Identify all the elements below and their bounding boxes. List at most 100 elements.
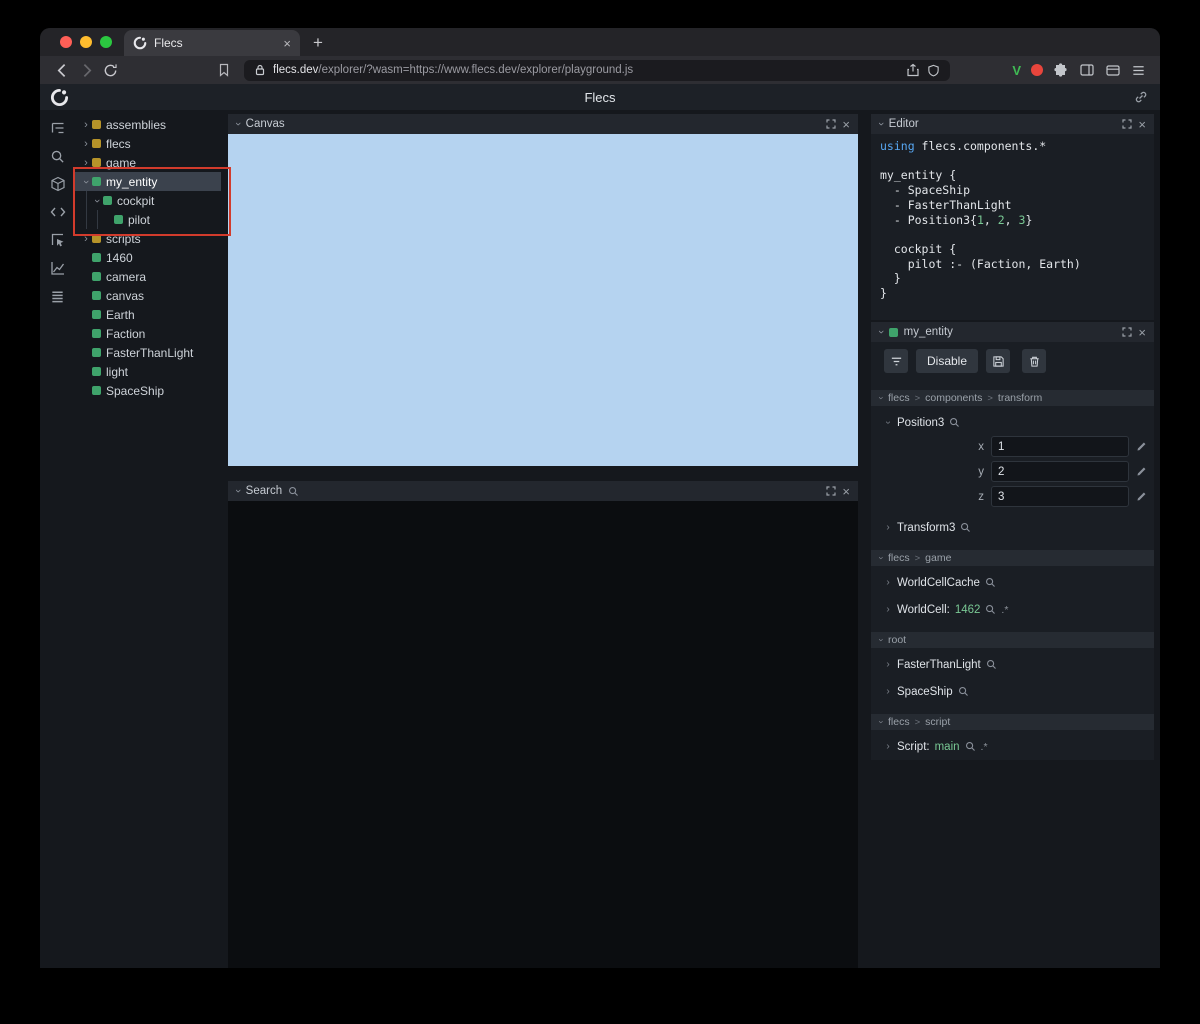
close-window-button[interactable]: [60, 36, 72, 48]
back-button[interactable]: [50, 58, 74, 82]
disable-button[interactable]: Disable: [916, 349, 979, 373]
red-extension-icon[interactable]: [1031, 64, 1043, 76]
close-panel-icon[interactable]: ×: [1138, 326, 1146, 339]
expand-panel-icon[interactable]: [826, 486, 837, 496]
share-icon[interactable]: [906, 63, 920, 77]
magnifier-icon[interactable]: [960, 522, 971, 533]
component-row[interactable]: › Transform3: [871, 520, 1154, 535]
canvas-panel-header[interactable]: › Canvas ×: [228, 114, 858, 134]
editor-code[interactable]: using flecs.components.* my_entity { - S…: [871, 134, 1154, 320]
filter-list-button[interactable]: [884, 349, 908, 373]
section-header[interactable]: › flecs > components > transform: [871, 390, 1154, 406]
chevron-down-icon[interactable]: ›: [877, 397, 887, 400]
magnifier-icon[interactable]: [958, 686, 969, 697]
vimium-extension-icon[interactable]: V: [1012, 63, 1021, 78]
address-bar[interactable]: flecs.dev/explorer/?wasm=https://www.fle…: [244, 59, 951, 81]
stats-rows-icon[interactable]: [49, 287, 67, 305]
tree-item-scripts[interactable]: › scripts: [75, 229, 221, 248]
chevron-down-icon[interactable]: ›: [875, 122, 887, 126]
component-row[interactable]: › FasterThanLight: [871, 657, 1154, 672]
close-panel-icon[interactable]: ×: [1138, 118, 1146, 131]
component-row[interactable]: › Script: main .*: [871, 739, 1154, 754]
section-header[interactable]: › flecs > script: [871, 714, 1154, 730]
tree-item-Faction[interactable]: Faction: [75, 324, 221, 343]
component-row[interactable]: › WorldCellCache: [871, 575, 1154, 590]
chevron-down-icon[interactable]: ›: [883, 419, 894, 427]
magnifier-icon[interactable]: [965, 741, 976, 752]
chevron-down-icon[interactable]: ›: [232, 489, 244, 493]
chevron-right-icon[interactable]: ›: [81, 233, 91, 245]
chevron-down-icon[interactable]: ›: [232, 122, 244, 126]
field-input-z[interactable]: [991, 486, 1129, 507]
field-input-x[interactable]: [991, 436, 1129, 457]
tree-item-FasterThanLight[interactable]: FasterThanLight: [75, 343, 221, 362]
zoom-window-button[interactable]: [100, 36, 112, 48]
magnifier-icon[interactable]: [986, 659, 997, 670]
cube-icon[interactable]: [49, 175, 67, 193]
tree-item-my_entity[interactable]: › my_entity: [75, 172, 221, 191]
close-tab-icon[interactable]: ×: [283, 37, 291, 50]
forward-button[interactable]: [74, 58, 98, 82]
component-row[interactable]: › Position3: [871, 415, 1154, 430]
field-input-y[interactable]: [991, 461, 1129, 482]
tree-item-flecs[interactable]: › flecs: [75, 134, 221, 153]
chevron-down-icon[interactable]: ›: [80, 177, 92, 187]
menu-icon[interactable]: [1131, 63, 1146, 78]
browser-tab[interactable]: Flecs ×: [124, 30, 300, 56]
minimize-window-button[interactable]: [80, 36, 92, 48]
tree-item-pilot[interactable]: pilot: [75, 210, 221, 229]
search-icon[interactable]: [49, 147, 67, 165]
wallet-icon[interactable]: [1105, 62, 1121, 78]
tree-item-1460[interactable]: 1460: [75, 248, 221, 267]
component-row[interactable]: › WorldCell: 1462 .*: [871, 602, 1154, 617]
edit-icon[interactable]: [1136, 491, 1147, 502]
tree-item-game[interactable]: › game: [75, 153, 221, 172]
section-header[interactable]: › flecs > game: [871, 550, 1154, 566]
close-panel-icon[interactable]: ×: [842, 118, 850, 131]
chevron-down-icon[interactable]: ›: [91, 196, 103, 206]
tree-item-cockpit[interactable]: › cockpit: [75, 191, 221, 210]
hierarchy-tree-icon[interactable]: [49, 119, 67, 137]
save-button[interactable]: [986, 349, 1011, 373]
magnifier-icon[interactable]: [985, 577, 996, 588]
inspector-panel-header[interactable]: › my_entity ×: [871, 322, 1154, 342]
inspect-cursor-icon[interactable]: [49, 231, 67, 249]
shield-icon[interactable]: [927, 64, 940, 77]
sidebar-toggle-icon[interactable]: [1079, 62, 1095, 78]
section-header[interactable]: › root: [871, 632, 1154, 648]
extensions-puzzle-icon[interactable]: [1053, 62, 1069, 78]
edit-icon[interactable]: [1136, 441, 1147, 452]
chart-icon[interactable]: [49, 259, 67, 277]
search-results-area[interactable]: [228, 501, 858, 968]
chevron-right-icon[interactable]: ›: [81, 157, 91, 169]
code-icon[interactable]: [49, 203, 67, 221]
bookmark-icon[interactable]: [212, 58, 236, 82]
render-canvas[interactable]: [228, 134, 858, 466]
tree-item-canvas[interactable]: canvas: [75, 286, 221, 305]
chevron-down-icon[interactable]: ›: [875, 330, 887, 334]
share-link-icon[interactable]: [1134, 90, 1148, 104]
chevron-down-icon[interactable]: ›: [877, 639, 887, 642]
component-row[interactable]: › SpaceShip: [871, 684, 1154, 699]
chevron-right-icon[interactable]: ›: [81, 119, 91, 131]
magnifier-icon[interactable]: [985, 604, 996, 615]
tree-item-SpaceShip[interactable]: SpaceShip: [75, 381, 221, 400]
expand-panel-icon[interactable]: [826, 119, 837, 129]
search-panel-header[interactable]: › Search ×: [228, 481, 858, 501]
chevron-down-icon[interactable]: ›: [877, 557, 887, 560]
delete-button[interactable]: [1022, 349, 1047, 373]
expand-panel-icon[interactable]: [1122, 119, 1133, 129]
chevron-down-icon[interactable]: ›: [877, 721, 887, 724]
tree-item-assemblies[interactable]: › assemblies: [75, 115, 221, 134]
tree-item-light[interactable]: light: [75, 362, 221, 381]
expand-panel-icon[interactable]: [1122, 327, 1133, 337]
chevron-right-icon[interactable]: ›: [81, 138, 91, 150]
close-panel-icon[interactable]: ×: [842, 485, 850, 498]
magnifier-icon[interactable]: [949, 417, 960, 428]
tree-item-Earth[interactable]: Earth: [75, 305, 221, 324]
new-tab-button[interactable]: +: [313, 34, 323, 51]
editor-panel-header[interactable]: › Editor ×: [871, 114, 1154, 134]
reload-button[interactable]: [98, 58, 122, 82]
tree-item-camera[interactable]: camera: [75, 267, 221, 286]
edit-icon[interactable]: [1136, 466, 1147, 477]
